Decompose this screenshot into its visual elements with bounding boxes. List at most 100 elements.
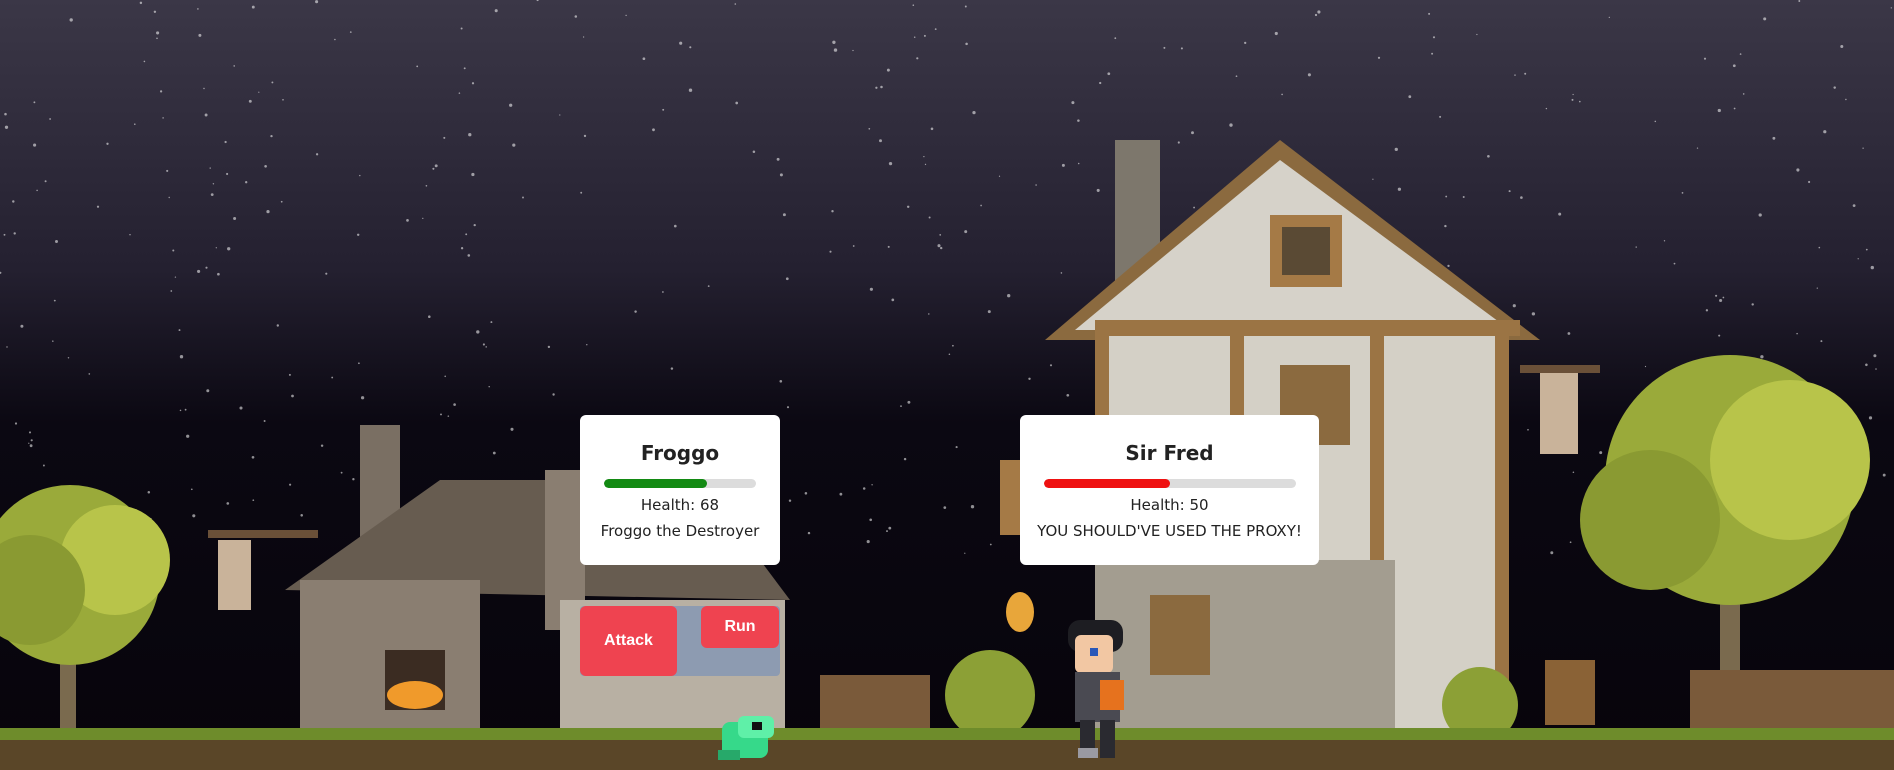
star (689, 46, 692, 49)
star (291, 394, 294, 398)
star (1235, 75, 1238, 78)
star (358, 362, 360, 365)
star (776, 157, 780, 161)
star (913, 36, 916, 38)
star (340, 471, 343, 474)
star (1681, 192, 1684, 194)
star (1571, 98, 1574, 101)
star (906, 205, 910, 209)
star (934, 28, 937, 31)
star (583, 134, 587, 138)
star (662, 291, 664, 293)
star (1852, 204, 1856, 207)
star (482, 343, 485, 346)
star (1028, 377, 1031, 380)
grass (0, 728, 1894, 740)
star (912, 4, 915, 6)
star (1569, 541, 1572, 544)
star (434, 164, 438, 168)
star (1274, 31, 1278, 36)
star (1608, 16, 1610, 19)
star (832, 40, 836, 44)
star (458, 92, 461, 94)
star (217, 272, 220, 276)
hero-message: YOU SHOULD'VE USED THE PROXY! (1037, 522, 1302, 540)
star (245, 181, 248, 184)
star (875, 86, 878, 89)
star (422, 217, 424, 220)
star (916, 57, 919, 60)
star (331, 376, 334, 379)
star (989, 543, 992, 546)
star (868, 127, 871, 130)
star (28, 442, 30, 444)
star (473, 223, 476, 227)
star (153, 10, 157, 13)
star (4, 112, 7, 116)
star (831, 210, 834, 213)
star (432, 167, 435, 170)
star (1049, 364, 1053, 367)
star (28, 431, 32, 434)
star (1760, 355, 1764, 359)
star (869, 287, 873, 291)
star (652, 128, 655, 132)
star (29, 444, 33, 448)
star (642, 57, 646, 61)
star (923, 155, 925, 158)
star (468, 133, 472, 137)
star (998, 175, 1001, 177)
star (1717, 108, 1721, 113)
star (44, 180, 47, 183)
star (586, 344, 588, 346)
star (12, 200, 15, 203)
star (886, 530, 888, 533)
star (964, 230, 968, 234)
star (88, 373, 91, 375)
star (1733, 107, 1736, 110)
star (209, 167, 211, 169)
star (1572, 471, 1575, 473)
star (785, 277, 789, 281)
star (440, 413, 442, 416)
star (891, 298, 895, 302)
star (1796, 168, 1800, 172)
star (955, 446, 958, 449)
star (252, 499, 255, 502)
star (509, 103, 513, 107)
star (359, 174, 361, 177)
star (334, 38, 336, 41)
attack-button[interactable]: Attack (580, 606, 677, 676)
star (1514, 74, 1516, 76)
star (1408, 95, 1412, 99)
star (106, 142, 109, 145)
star (443, 136, 446, 139)
star (6, 346, 8, 348)
star (688, 88, 693, 92)
star (53, 299, 56, 302)
star (970, 505, 975, 509)
star (270, 134, 273, 138)
star (900, 405, 902, 407)
star (1718, 334, 1721, 337)
star (952, 344, 954, 347)
star (1060, 272, 1063, 274)
star (162, 117, 164, 119)
star (203, 87, 205, 90)
star (1722, 296, 1725, 299)
star (972, 110, 976, 115)
star (1870, 265, 1874, 270)
star (233, 65, 235, 67)
star (964, 5, 967, 8)
star (168, 196, 170, 199)
star (866, 540, 870, 544)
star (1281, 93, 1283, 96)
star (552, 393, 555, 396)
star (1163, 46, 1166, 49)
star (179, 409, 182, 412)
star (69, 18, 73, 22)
star (1862, 147, 1864, 149)
run-button[interactable]: Run (701, 606, 779, 648)
star (1763, 17, 1767, 21)
star (463, 67, 466, 70)
